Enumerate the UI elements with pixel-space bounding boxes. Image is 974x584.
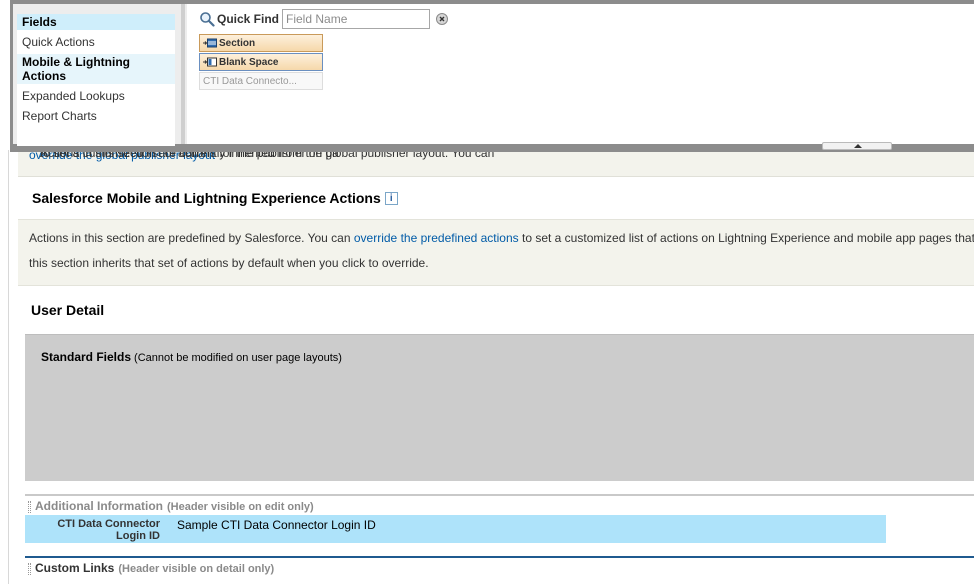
- category-mobile-lightning-actions[interactable]: Mobile & Lightning Actions: [17, 54, 175, 84]
- blank-space-icon: [203, 57, 217, 67]
- field-cti-data-connector-login-id[interactable]: CTI Data Connector Login ID Sample CTI Da…: [25, 515, 886, 543]
- palette-category-list: Fields Quick Actions Mobile & Lightning …: [17, 14, 175, 146]
- mobile-actions-line-1: Actions in this section are predefined b…: [29, 231, 974, 245]
- section-note: (Header visible on edit only): [167, 501, 314, 513]
- section-icon: [203, 38, 217, 48]
- drag-handle-icon[interactable]: [28, 501, 31, 513]
- drag-handle-icon[interactable]: [28, 563, 31, 575]
- mobile-actions-description: Actions in this section are predefined b…: [18, 219, 974, 286]
- palette-item-list: Section Blank Space CTI Data Connecto...: [199, 34, 323, 91]
- search-icon: [200, 12, 215, 27]
- field-sample-value: Sample CTI Data Connector Login ID: [177, 518, 376, 532]
- palette-items-area: Quick Find Section: [187, 4, 974, 150]
- standard-fields-note: (Cannot be modified on user page layouts…: [134, 352, 342, 364]
- section-title: Additional Information (Header visible on…: [35, 499, 314, 513]
- category-report-charts[interactable]: Report Charts: [17, 108, 175, 124]
- field-label: CTI Data Connector Login ID: [57, 518, 160, 542]
- category-expanded-lookups[interactable]: Expanded Lookups: [17, 88, 175, 104]
- clear-icon[interactable]: [436, 13, 449, 25]
- publisher-actions-info: Actions in this section are currently in…: [18, 150, 974, 177]
- palette-item-label: Blank Space: [219, 56, 279, 68]
- field-palette: Fields Quick Actions Mobile & Lightning …: [10, 0, 974, 152]
- palette-item-label: Section: [219, 37, 256, 49]
- info-icon[interactable]: i: [384, 192, 398, 205]
- custom-links-section[interactable]: Custom Links (Header visible on detail on…: [25, 556, 974, 576]
- override-predefined-actions-link[interactable]: override the predefined actions: [354, 231, 519, 245]
- mobile-actions-heading: Salesforce Mobile and Lightning Experien…: [32, 190, 398, 206]
- section-title: Custom Links (Header visible on detail on…: [35, 561, 275, 575]
- palette-item-blank-space[interactable]: Blank Space: [199, 53, 323, 71]
- section-note: (Header visible on detail only): [118, 563, 275, 575]
- layout-left-border: [8, 150, 9, 584]
- quick-find-label: Quick Find: [217, 12, 280, 26]
- caret-up-icon: [854, 144, 862, 148]
- palette-item-cti-data-connector: CTI Data Connecto...: [199, 72, 323, 90]
- palette-item-label: CTI Data Connecto...: [203, 75, 297, 87]
- palette-divider: [181, 4, 185, 144]
- quick-find: Quick Find: [199, 8, 449, 30]
- user-detail-heading: User Detail: [31, 302, 105, 318]
- category-fields[interactable]: Fields: [17, 14, 175, 30]
- palette-resize-handle[interactable]: [822, 142, 892, 150]
- quick-find-input[interactable]: [282, 9, 431, 29]
- mobile-actions-line-2: this section inherits that set of action…: [29, 256, 429, 270]
- palette-body: Fields Quick Actions Mobile & Lightning …: [13, 4, 974, 150]
- additional-information-section[interactable]: Additional Information (Header visible on…: [25, 494, 974, 514]
- standard-fields-section: Standard Fields (Cannot be modified on us…: [25, 334, 974, 481]
- category-quick-actions[interactable]: Quick Actions: [17, 34, 175, 50]
- standard-fields-header: Standard Fields (Cannot be modified on us…: [41, 350, 342, 364]
- palette-item-section[interactable]: Section: [199, 34, 323, 52]
